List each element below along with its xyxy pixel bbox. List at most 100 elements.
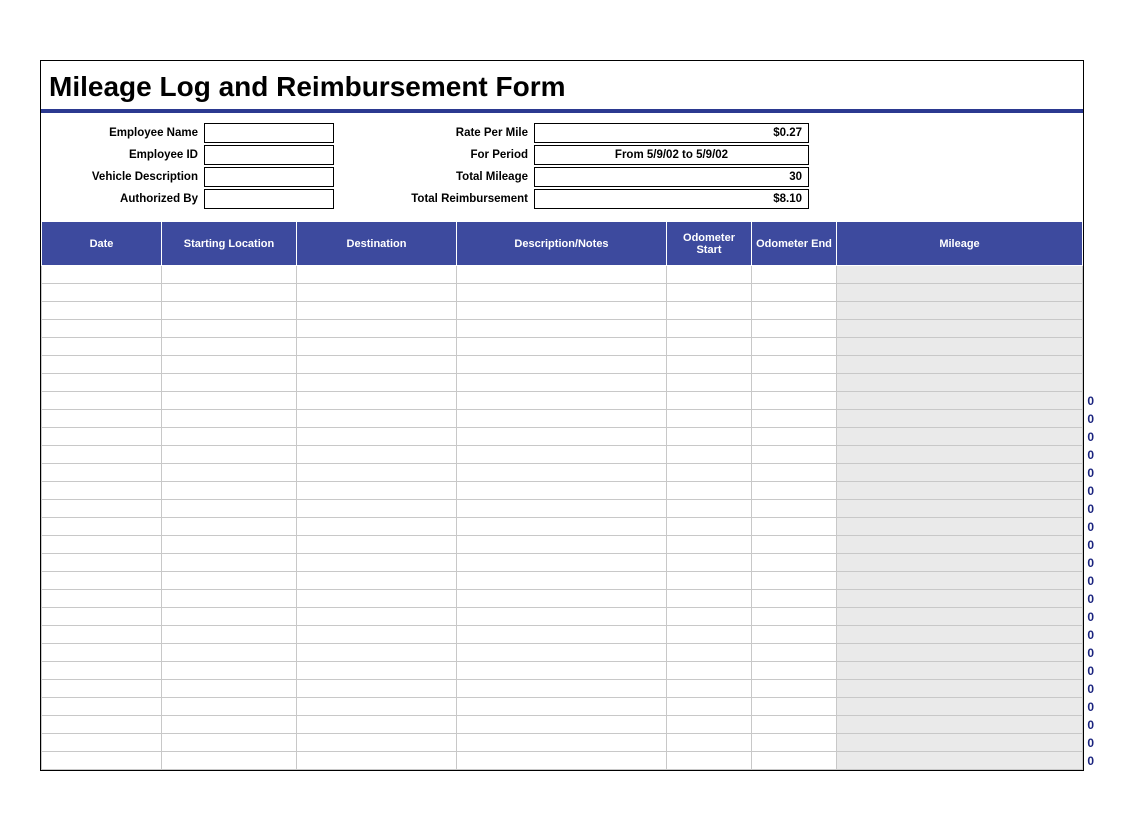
table-cell[interactable] [297,662,457,680]
table-cell[interactable] [162,536,297,554]
table-cell[interactable] [297,338,457,356]
table-cell[interactable] [667,392,752,410]
table-cell[interactable] [457,716,667,734]
table-cell[interactable] [162,698,297,716]
table-cell[interactable] [752,446,837,464]
table-cell[interactable] [297,680,457,698]
table-cell[interactable] [457,338,667,356]
table-cell[interactable] [297,284,457,302]
table-cell[interactable] [457,644,667,662]
table-cell[interactable] [457,410,667,428]
table-cell[interactable] [297,536,457,554]
table-cell[interactable] [752,662,837,680]
table-cell[interactable] [297,716,457,734]
table-cell[interactable] [42,410,162,428]
vehicle-description-input[interactable] [204,167,334,187]
table-cell[interactable] [667,518,752,536]
table-cell[interactable] [457,734,667,752]
table-cell[interactable] [752,734,837,752]
table-cell[interactable] [457,554,667,572]
table-cell[interactable] [752,284,837,302]
table-cell[interactable] [297,590,457,608]
table-cell[interactable] [667,590,752,608]
table-cell[interactable] [667,644,752,662]
table-cell[interactable] [457,302,667,320]
rate-per-mile-input[interactable]: $0.27 [534,123,809,143]
table-cell[interactable] [42,734,162,752]
table-cell[interactable] [162,644,297,662]
table-cell[interactable] [457,284,667,302]
table-cell[interactable] [752,464,837,482]
table-cell[interactable] [457,392,667,410]
table-cell[interactable] [667,356,752,374]
table-cell[interactable] [297,644,457,662]
table-cell[interactable] [752,608,837,626]
table-cell[interactable] [162,428,297,446]
table-cell[interactable] [457,518,667,536]
table-cell[interactable] [42,752,162,770]
table-cell[interactable] [297,320,457,338]
table-cell[interactable] [297,500,457,518]
table-cell[interactable] [297,266,457,284]
table-cell[interactable] [162,500,297,518]
table-cell[interactable] [297,518,457,536]
table-cell[interactable] [297,626,457,644]
table-cell[interactable] [297,446,457,464]
table-cell[interactable] [162,374,297,392]
table-cell[interactable] [162,626,297,644]
table-cell[interactable] [42,698,162,716]
table-cell[interactable] [752,266,837,284]
table-cell[interactable] [42,536,162,554]
table-cell[interactable] [162,356,297,374]
table-cell[interactable] [162,464,297,482]
table-cell[interactable] [752,536,837,554]
table-cell[interactable] [297,482,457,500]
table-cell[interactable] [42,284,162,302]
table-cell[interactable] [297,734,457,752]
table-cell[interactable] [42,428,162,446]
table-cell[interactable] [297,374,457,392]
table-cell[interactable] [297,356,457,374]
table-cell[interactable] [752,338,837,356]
table-cell[interactable] [667,716,752,734]
table-cell[interactable] [457,320,667,338]
table-cell[interactable] [667,410,752,428]
table-cell[interactable] [667,752,752,770]
table-cell[interactable] [667,536,752,554]
table-cell[interactable] [457,662,667,680]
table-cell[interactable] [667,266,752,284]
table-cell[interactable] [752,752,837,770]
table-cell[interactable] [752,320,837,338]
table-cell[interactable] [297,608,457,626]
table-cell[interactable] [667,500,752,518]
table-cell[interactable] [457,608,667,626]
table-cell[interactable] [162,482,297,500]
table-cell[interactable] [667,482,752,500]
table-cell[interactable] [457,446,667,464]
table-cell[interactable] [752,392,837,410]
table-cell[interactable] [297,464,457,482]
table-cell[interactable] [457,590,667,608]
employee-name-input[interactable] [204,123,334,143]
table-cell[interactable] [752,356,837,374]
table-cell[interactable] [42,608,162,626]
table-cell[interactable] [42,356,162,374]
table-cell[interactable] [457,266,667,284]
table-cell[interactable] [297,410,457,428]
authorized-by-input[interactable] [204,189,334,209]
table-cell[interactable] [457,356,667,374]
table-cell[interactable] [162,266,297,284]
table-cell[interactable] [42,626,162,644]
table-cell[interactable] [297,698,457,716]
table-cell[interactable] [42,320,162,338]
table-cell[interactable] [752,410,837,428]
table-cell[interactable] [667,464,752,482]
table-cell[interactable] [42,518,162,536]
table-cell[interactable] [457,464,667,482]
table-cell[interactable] [667,374,752,392]
table-cell[interactable] [297,554,457,572]
table-cell[interactable] [162,590,297,608]
table-cell[interactable] [42,680,162,698]
table-cell[interactable] [752,590,837,608]
table-cell[interactable] [667,446,752,464]
